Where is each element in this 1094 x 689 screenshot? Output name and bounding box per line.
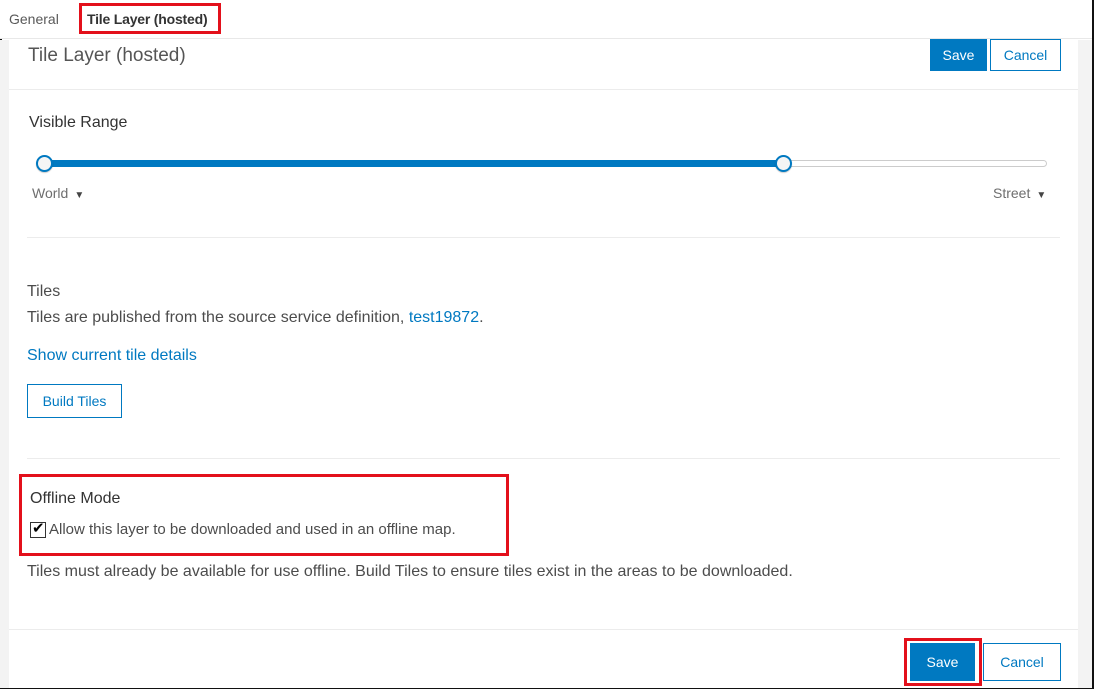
section-divider	[27, 458, 1060, 459]
footer-save-button[interactable]: Save	[910, 643, 975, 681]
footer-divider	[9, 629, 1078, 630]
header-cancel-button[interactable]: Cancel	[990, 39, 1061, 71]
show-tile-details-link[interactable]: Show current tile details	[27, 347, 197, 365]
left-gutter	[0, 40, 9, 688]
min-scale-dropdown[interactable]: World ▼	[32, 185, 84, 201]
offline-mode-label: Offline Mode	[30, 490, 121, 507]
page-title: Tile Layer (hosted)	[28, 45, 186, 66]
slider-min-handle[interactable]	[36, 155, 53, 172]
section-divider	[27, 237, 1060, 238]
caret-down-icon: ▼	[74, 190, 85, 201]
tab-general[interactable]: General	[9, 11, 59, 27]
build-tiles-button[interactable]: Build Tiles	[27, 384, 122, 418]
header-save-button[interactable]: Save	[930, 39, 987, 71]
tiles-description-text: Tiles are published from the source serv…	[27, 309, 409, 326]
source-service-link[interactable]: test19872	[409, 309, 479, 326]
max-scale-dropdown[interactable]: Street ▼	[993, 185, 1046, 201]
tiles-description-suffix: .	[479, 309, 484, 326]
tiles-description: Tiles are published from the source serv…	[27, 309, 484, 327]
visible-range-label: Visible Range	[29, 114, 128, 131]
offline-checkbox-label[interactable]: Allow this layer to be downloaded and us…	[49, 521, 456, 538]
tiles-label: Tiles	[27, 283, 61, 300]
header-divider	[9, 89, 1078, 90]
footer-cancel-button[interactable]: Cancel	[983, 643, 1061, 681]
checkmark-icon: ✔	[32, 520, 45, 537]
visible-range-slider-fill	[37, 160, 785, 167]
min-scale-label: World	[32, 185, 69, 201]
tab-tile-layer-hosted[interactable]: Tile Layer (hosted)	[87, 11, 208, 27]
scrollbar-track[interactable]	[1078, 40, 1092, 688]
offline-note: Tiles must already be available for use …	[27, 563, 793, 580]
offline-checkbox[interactable]: ✔	[30, 520, 46, 538]
max-scale-label: Street	[993, 185, 1031, 201]
tab-bar: General Tile Layer (hosted)	[0, 0, 1092, 39]
caret-down-icon: ▼	[1036, 190, 1047, 201]
